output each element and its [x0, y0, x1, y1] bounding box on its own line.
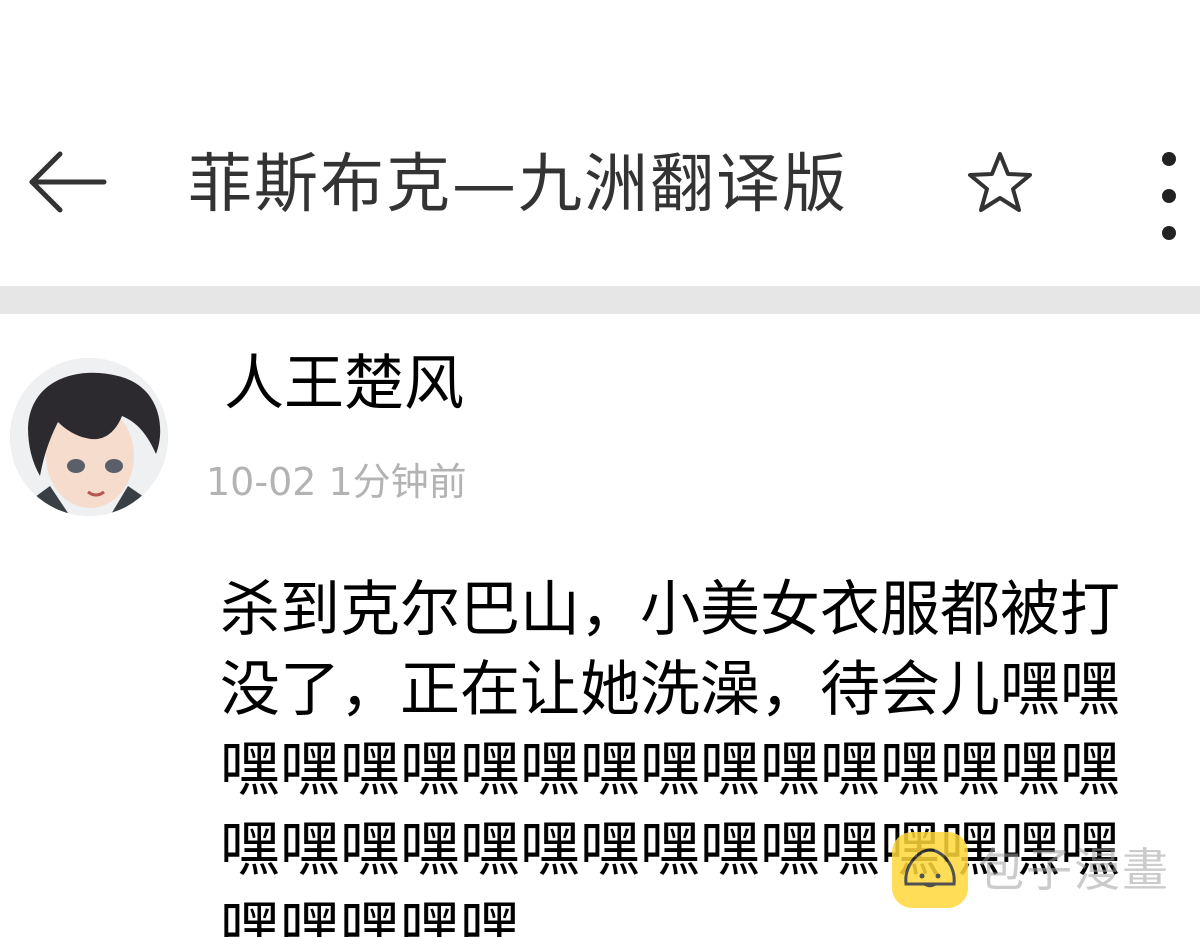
arrow-left-icon: [29, 151, 107, 213]
more-vertical-icon: [1162, 152, 1176, 166]
favorite-button[interactable]: [966, 150, 1034, 214]
back-button[interactable]: [26, 146, 110, 218]
comment-username[interactable]: 人王楚风: [224, 346, 464, 422]
top-bar: 菲斯布克—九洲翻译版: [0, 120, 1200, 260]
more-vertical-icon-dot: [1162, 226, 1176, 240]
site-watermark: 包子漫畫: [892, 832, 1192, 908]
page-title: 菲斯布克—九洲翻译版: [188, 148, 848, 222]
section-divider: [0, 286, 1200, 314]
comment-page: 菲斯布克—九洲翻译版 人王楚风 10-02 1分钟前 杀到克尔巴山，小美女衣服都…: [0, 0, 1200, 937]
more-vertical-icon-dot: [1162, 189, 1176, 203]
comment-timestamp: 10-02 1分钟前: [206, 460, 467, 504]
more-options-button[interactable]: [1150, 144, 1190, 244]
star-outline-icon: [968, 152, 1032, 212]
watermark-text: 包子漫畫: [978, 843, 1170, 897]
avatar[interactable]: [10, 358, 168, 516]
user-avatar-image: [10, 358, 168, 516]
bun-logo-icon: [892, 832, 968, 908]
